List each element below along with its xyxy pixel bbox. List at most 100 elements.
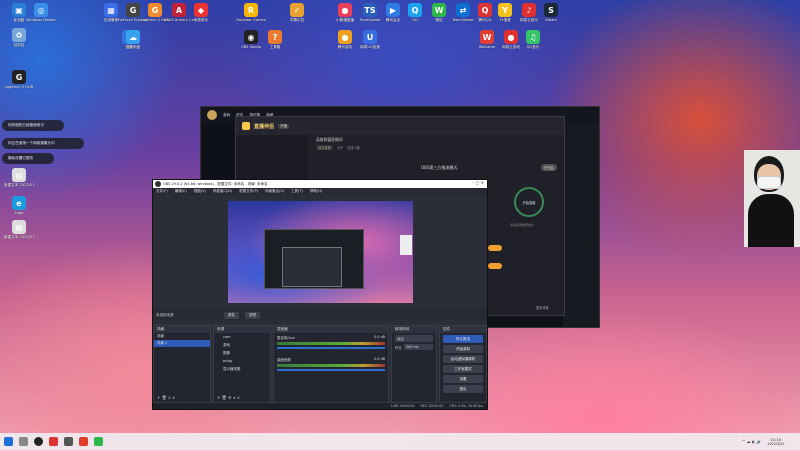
window-controls[interactable]: – ▢ ✕: [472, 180, 484, 185]
scene-item[interactable]: 场景: [154, 333, 210, 340]
duration-input[interactable]: 300 ms: [403, 344, 433, 350]
volume-slider[interactable]: [277, 369, 385, 371]
wechat-taskbar-icon[interactable]: [94, 437, 103, 446]
app-icon: ◎: [34, 3, 48, 17]
menu-tools[interactable]: 工具(T): [291, 189, 303, 194]
app-title: 直播伴侣: [254, 123, 275, 130]
exit-button[interactable]: 退出: [443, 385, 483, 393]
volume-meter: [277, 342, 385, 345]
desktop-icon-label: 网易UU加速: [360, 45, 380, 49]
app-icon: G: [126, 3, 140, 17]
search-icon[interactable]: [19, 437, 28, 446]
app-icon: TS: [363, 3, 377, 17]
menu-edit[interactable]: 编辑(E): [175, 189, 187, 194]
duration-label: 时长: [395, 345, 402, 350]
desktop-icon-label: Rockstar Games: [236, 18, 266, 22]
app-taskbar-icon[interactable]: [64, 437, 73, 446]
obs-preview[interactable]: [228, 201, 413, 303]
app-icon: ●: [504, 30, 518, 44]
desktop-icon[interactable]: ♫ QQ音乐: [518, 30, 548, 49]
menu-help[interactable]: 帮助(H): [310, 189, 322, 194]
desktop-icon-label: 回收站: [13, 43, 25, 47]
tray-icons[interactable]: ^ ☁ ◐ 🔊: [742, 439, 762, 444]
app-icon: ▤: [12, 220, 26, 234]
menu-docks[interactable]: 停靠窗口(D): [213, 189, 232, 194]
virtual-camera-button[interactable]: 启动虚拟摄像机: [443, 355, 483, 363]
studio-mode-button[interactable]: 工作室模式: [443, 365, 483, 373]
filters-button[interactable]: 滤镜: [245, 311, 260, 319]
desktop-icon[interactable]: ? 工具箱: [260, 30, 290, 49]
desktop-icon[interactable]: U 网易UU加速: [355, 30, 385, 49]
desktop-icon-label: 新建文本 2022/01: [4, 183, 34, 187]
desktop-icon[interactable]: G Logitech G HUB: [4, 70, 34, 89]
clock-date[interactable]: 2022/3/22: [768, 442, 784, 446]
bg-menu-item[interactable]: 游戏: [223, 113, 230, 118]
app-icon: U: [363, 30, 377, 44]
menu-view[interactable]: 视图(V): [194, 189, 206, 194]
settings-button[interactable]: 设置: [443, 375, 483, 383]
more-settings[interactable]: 更多设置: [536, 305, 549, 310]
app-icon: ▤: [12, 168, 26, 182]
volume-slider[interactable]: [277, 347, 385, 349]
taskbar: ^ ☁ ◐ 🔊 11:10 2022/3/22: [0, 433, 800, 450]
desktop-icon[interactable]: e Edge: [4, 196, 34, 215]
desktop-icon-label: 电竞助手: [193, 18, 209, 22]
menu-scene-collection[interactable]: 场景集合(S): [265, 189, 284, 194]
scene-item[interactable]: 场景 2: [154, 340, 210, 347]
obs-titlebar[interactable]: OBS 29.0.2 (64-bit, windows) - 配置文件: 未命名…: [153, 180, 487, 188]
controls-dock: 控件 停止推流 开始录制 启动虚拟摄像机 工作室模式 设置 退出: [439, 325, 487, 403]
desktop-icon-label: Windows Desktop: [26, 18, 56, 22]
controls-header: 控件: [440, 326, 486, 333]
desktop-icon[interactable]: ✓ 学霸中控: [282, 3, 312, 22]
desktop-icon[interactable]: ▤ 新建文本 2022/01: [4, 220, 34, 239]
menu-file[interactable]: 文件(F): [156, 189, 168, 194]
orange-button[interactable]: [488, 263, 502, 269]
source-item[interactable]: cam: [214, 333, 270, 341]
stop-streaming-button[interactable]: 停止推流: [443, 335, 483, 343]
obs-taskbar-icon[interactable]: [34, 437, 43, 446]
desktop-icon[interactable]: ▤ 新建文本 2022/01: [4, 168, 34, 187]
app-icon: W: [432, 3, 446, 17]
desktop-icon[interactable]: S Steam: [536, 3, 566, 22]
obs-logo-icon: [155, 181, 161, 187]
source-toolbar[interactable]: + 🗑 ⚙ ∧ ∨: [217, 395, 240, 400]
transition-select[interactable]: 淡出: [395, 335, 433, 342]
mixer-db: 0.0 dB: [374, 357, 385, 361]
obs-mode-toggle[interactable]: 已开启: [541, 164, 557, 171]
app-icon: ▣: [12, 3, 26, 17]
desktop-icon[interactable]: ☁ 百度网盘: [118, 30, 148, 49]
mixer-channel-name: 桌面音频: [277, 358, 291, 362]
app-icon: ▶: [386, 3, 400, 17]
scene-toolbar[interactable]: + 🗑 ∧ ∨: [157, 395, 175, 400]
source-item[interactable]: 图像: [214, 349, 270, 357]
app-icon: ●: [338, 30, 352, 44]
start-icon[interactable]: [4, 437, 13, 446]
game-taskbar-icon[interactable]: [79, 437, 88, 446]
app-icon: G: [148, 3, 162, 17]
qq-taskbar-icon[interactable]: [49, 437, 58, 446]
cpu-usage: CPU: 0.9%, 30.00 fps: [449, 404, 483, 408]
obs-window[interactable]: OBS 29.0.2 (64-bit, windows) - 配置文件: 未命名…: [152, 179, 488, 410]
desktop-icon-label: 学霸中控: [289, 18, 305, 22]
desktop-icon[interactable]: ◆ 电竞助手: [186, 3, 216, 22]
desktop-icon[interactable]: R Rockstar Games: [236, 3, 266, 22]
properties-button[interactable]: 属性: [224, 311, 239, 319]
start-live-circle[interactable]: 开始直播: [514, 187, 544, 217]
notification-toast[interactable]: 你正在使用一个网络摄像头中: [2, 138, 84, 149]
orange-button[interactable]: [488, 245, 502, 251]
app-badge[interactable]: 开播: [278, 123, 290, 129]
start-live-label: 开始直播: [522, 200, 536, 205]
menu-profile[interactable]: 配置文件(P): [239, 189, 258, 194]
source-item[interactable]: 显示器采集: [214, 365, 270, 373]
app-icon: ▦: [104, 3, 118, 17]
source-item[interactable]: pubg: [214, 357, 270, 365]
notification-toast[interactable]: 隐私设置已更改: [2, 153, 54, 164]
app-icon: ♪: [522, 3, 536, 17]
desktop-icon[interactable]: ◎ Windows Desktop: [26, 3, 56, 22]
desktop-icon[interactable]: ♻ 回收站: [4, 28, 34, 47]
source-item[interactable]: 游戏: [214, 341, 270, 349]
sources-dock: 来源 cam 游戏 图像 pubg 显示器采集 + 🗑 ⚙ ∧ ∨: [213, 325, 271, 403]
notification-toast[interactable]: 你的相机已经被使用中: [2, 120, 64, 131]
app-icon: A: [172, 3, 186, 17]
start-recording-button[interactable]: 开始录制: [443, 345, 483, 353]
